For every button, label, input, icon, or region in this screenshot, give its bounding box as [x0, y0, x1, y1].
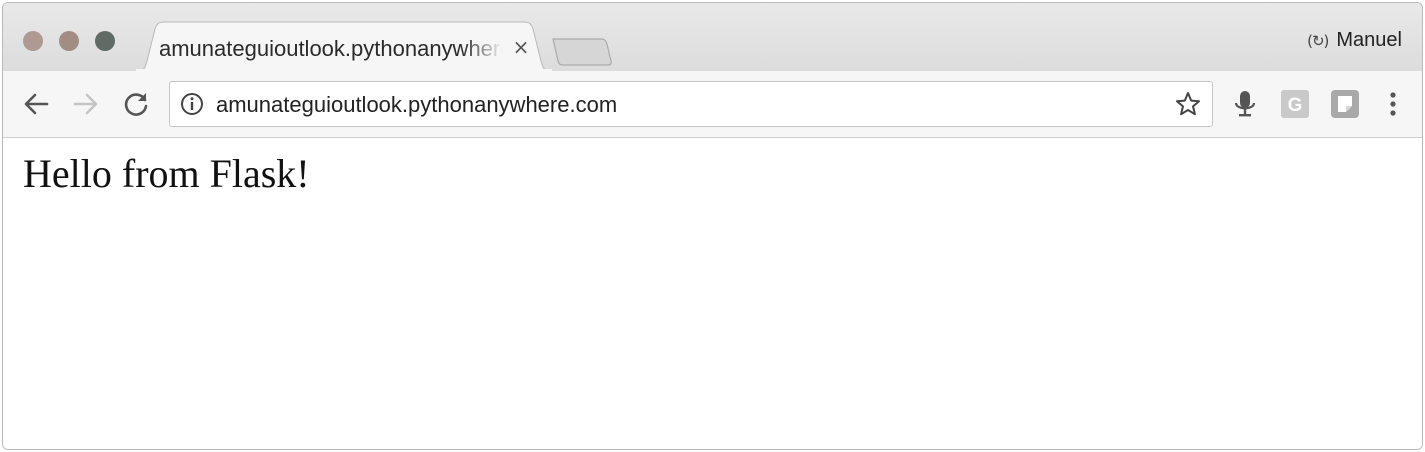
reload-icon[interactable]	[119, 87, 153, 121]
microphone-icon[interactable]	[1229, 88, 1261, 120]
page-content: Hello from Flask!	[3, 138, 1422, 449]
sync-icon: (↻)	[1307, 31, 1329, 50]
window-close-button[interactable]	[23, 31, 43, 51]
new-tab-button[interactable]	[551, 35, 615, 67]
tab-title: amunateguioutlook.pythonanywhere.com	[159, 36, 503, 61]
svg-text:G: G	[1288, 95, 1303, 116]
forward-arrow-icon[interactable]	[69, 87, 103, 121]
tab-strip: amunateguioutlook.pythonanywhere.com × (…	[3, 3, 1422, 73]
browser-window: amunateguioutlook.pythonanywhere.com × (…	[2, 2, 1423, 450]
window-maximize-button[interactable]	[95, 31, 115, 51]
note-extension-icon[interactable]	[1329, 88, 1361, 120]
menu-kebab-icon[interactable]	[1377, 88, 1409, 120]
url-text[interactable]: amunateguioutlook.pythonanywhere.com	[216, 92, 617, 118]
tab-close-icon[interactable]: ×	[509, 35, 533, 59]
profile-name: Manuel	[1336, 29, 1402, 51]
page-text: Hello from Flask!	[23, 151, 310, 196]
toolbar: amunateguioutlook.pythonanywhere.com G	[3, 71, 1422, 138]
address-bar[interactable]: amunateguioutlook.pythonanywhere.com	[169, 81, 1213, 127]
bookmark-star-icon[interactable]	[1174, 90, 1202, 118]
profile-button[interactable]: (↻) Manuel	[1307, 29, 1402, 52]
window-minimize-button[interactable]	[59, 31, 79, 51]
active-tab[interactable]: amunateguioutlook.pythonanywhere.com ×	[135, 21, 553, 73]
back-arrow-icon[interactable]	[19, 87, 53, 121]
info-icon[interactable]	[180, 92, 204, 116]
g-extension-icon[interactable]: G	[1279, 88, 1311, 120]
